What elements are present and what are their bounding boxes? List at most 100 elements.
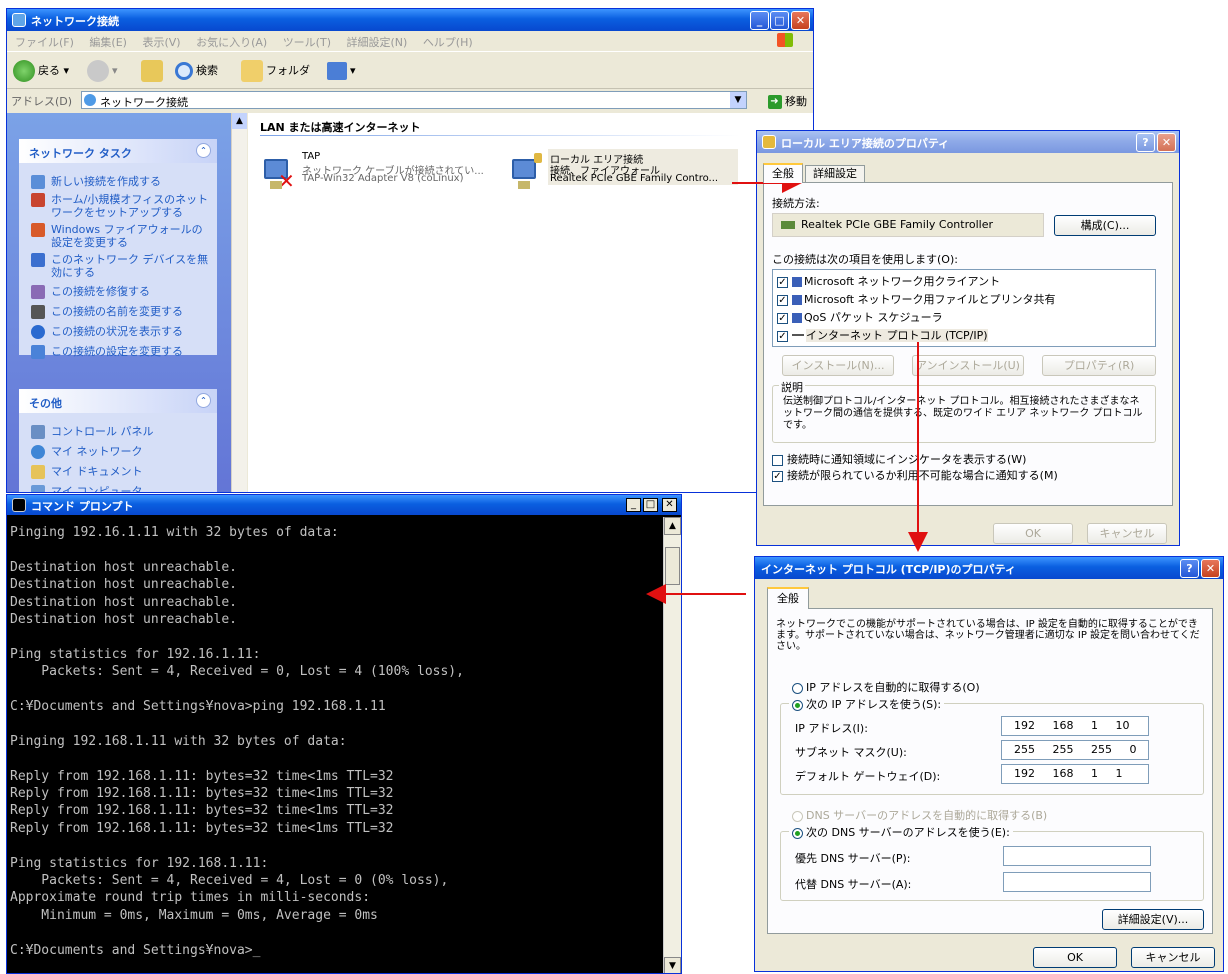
go-button[interactable]: ➜ 移動 <box>767 93 807 109</box>
folder-icon <box>241 60 263 82</box>
views-button[interactable]: ▾ <box>325 58 356 84</box>
scroll-down-button[interactable]: ▼ <box>664 957 681 973</box>
link-my-computer[interactable]: マイ コンピュータ <box>31 483 143 492</box>
tab-general[interactable]: 全般 <box>763 163 803 183</box>
forward-button[interactable]: ▾ <box>85 58 118 84</box>
ok-button[interactable]: OK <box>993 523 1073 544</box>
install-button[interactable]: インストール(N)... <box>782 355 894 376</box>
list-item[interactable]: ✓ QoS パケット スケジューラ <box>777 309 943 325</box>
collapse-icon[interactable]: ⌃ <box>196 393 211 408</box>
task-create-connection[interactable]: 新しい接続を作成する <box>31 173 161 189</box>
scroll-thumb[interactable] <box>665 547 680 585</box>
folders-button[interactable]: フォルダ <box>239 58 310 84</box>
manual-ip-option[interactable]: 次の IP アドレスを使う(S): <box>789 696 945 712</box>
close-button[interactable]: ✕ <box>791 11 810 30</box>
title-bar[interactable]: コマンド プロンプト <box>7 495 681 515</box>
list-item-selected[interactable]: ✓ インターネット プロトコル (TCP/IP) <box>777 327 988 343</box>
menu-advanced[interactable]: 詳細設定(N) <box>347 36 408 49</box>
radio-disabled[interactable] <box>792 810 803 822</box>
other-places-header[interactable]: その他 ⌃ <box>19 389 217 413</box>
properties-button[interactable]: プロパティ(R) <box>1042 355 1156 376</box>
console-line: Minimum = 0ms, Maximum = 0ms, Average = … <box>10 907 378 923</box>
close-button[interactable]: ✕ <box>662 498 677 512</box>
address-field[interactable]: ネットワーク接続 ▼ <box>81 91 747 109</box>
task-view-status[interactable]: この接続の状況を表示する <box>31 323 183 339</box>
network-tasks-header[interactable]: ネットワーク タスク ⌃ <box>19 139 217 163</box>
connection-tap[interactable]: ✕ TAP ネットワーク ケーブルが接続されてい... TAP-Win32 Ad… <box>260 149 500 209</box>
menu-favorites[interactable]: お気に入り(A) <box>196 36 267 49</box>
task-setup-home-network[interactable]: ホーム/小規模オフィスのネットワークをセットアップする <box>31 193 211 219</box>
task-change-settings[interactable]: この接続の設定を変更する <box>31 343 183 359</box>
scroll-up-button[interactable]: ▲ <box>664 517 681 535</box>
auto-dns-option[interactable]: DNS サーバーのアドレスを自動的に取得する(B) <box>792 807 1047 823</box>
alternate-dns-field[interactable] <box>1003 872 1151 892</box>
title-bar[interactable]: ローカル エリア接続のプロパティ <box>757 131 1179 153</box>
gateway-field[interactable]: 192 168 1 1 <box>1001 764 1149 784</box>
close-button[interactable]: ✕ <box>1157 133 1176 152</box>
help-button[interactable]: ? <box>1180 559 1199 578</box>
search-button[interactable]: 検索 <box>173 58 218 84</box>
advanced-button[interactable]: 詳細設定(V)... <box>1102 909 1204 930</box>
manual-dns-option[interactable]: 次の DNS サーバーのアドレスを使う(E): <box>789 824 1013 840</box>
up-folder-button[interactable] <box>139 58 166 84</box>
back-button[interactable]: 戻る ▾ <box>11 58 69 84</box>
checkbox-checked[interactable]: ✓ <box>777 330 788 342</box>
menu-file[interactable]: ファイル(F) <box>15 36 74 49</box>
tab-general[interactable]: 全般 <box>767 587 809 609</box>
list-item[interactable]: ✓ Microsoft ネットワーク用クライアント <box>777 273 1000 289</box>
console-scrollbar[interactable]: ▲ ▼ <box>663 517 681 973</box>
menu-view[interactable]: 表示(V) <box>142 36 180 49</box>
console-line: Reply from 192.168.1.11: bytes=32 time<1… <box>10 820 394 836</box>
link-my-network[interactable]: マイ ネットワーク <box>31 443 143 459</box>
task-disable-device[interactable]: このネットワーク デバイスを無効にする <box>31 253 211 279</box>
checkbox-checked[interactable]: ✓ <box>777 312 788 324</box>
task-rename[interactable]: この接続の名前を変更する <box>31 303 183 319</box>
radio-unselected[interactable] <box>792 682 803 694</box>
ok-button[interactable]: OK <box>1033 947 1117 968</box>
minimize-button[interactable]: _ <box>626 498 641 512</box>
task-firewall-settings[interactable]: Windows ファイアウォールの設定を変更する <box>31 223 211 249</box>
checkbox-unchecked[interactable] <box>772 454 783 466</box>
scroll-up-button[interactable]: ▲ <box>232 113 247 129</box>
collapse-icon[interactable]: ⌃ <box>196 143 211 158</box>
minimize-button[interactable]: _ <box>750 11 769 30</box>
list-item[interactable]: ✓ Microsoft ネットワーク用ファイルとプリンタ共有 <box>777 291 1056 307</box>
address-dropdown-icon[interactable]: ▼ <box>730 92 746 108</box>
task-pane-scrollbar[interactable]: ▲ <box>231 113 247 492</box>
auto-ip-option[interactable]: IP アドレスを自動的に取得する(O) <box>792 679 980 695</box>
maximize-button[interactable]: □ <box>770 11 789 30</box>
cancel-button[interactable]: キャンセル <box>1087 523 1167 544</box>
menu-help[interactable]: ヘルプ(H) <box>423 36 473 49</box>
show-icon-option[interactable]: 接続時に通知領域にインジケータを表示する(W) <box>772 451 1026 467</box>
uninstall-button[interactable]: アンインストール(U) <box>912 355 1024 376</box>
radio-selected[interactable] <box>792 699 803 711</box>
qos-icon <box>792 313 802 323</box>
title-bar[interactable]: インターネット プロトコル (TCP/IP)のプロパティ <box>755 557 1223 579</box>
components-list[interactable]: ✓ Microsoft ネットワーク用クライアント ✓ Microsoft ネットワ… <box>772 269 1156 347</box>
checkbox-checked[interactable]: ✓ <box>777 294 788 306</box>
adapter-box: Realtek PCIe GBE Family Controller <box>772 213 1044 237</box>
title-bar[interactable]: ネットワーク接続 <box>7 9 813 31</box>
menu-tools[interactable]: ツール(T) <box>283 36 331 49</box>
notify-option[interactable]: ✓ 接続が限られているか利用不可能な場合に通知する(M) <box>772 467 1058 483</box>
preferred-dns-field[interactable] <box>1003 846 1151 866</box>
connection-local-area[interactable]: ローカル エリア接続 接続、ファイアウォール Realtek PCIe GBE … <box>508 149 740 209</box>
tab-advanced[interactable]: 詳細設定 <box>805 165 865 183</box>
console-line: Destination host unreachable. <box>10 577 237 593</box>
configure-button[interactable]: 構成(C)... <box>1054 215 1156 236</box>
radio-selected[interactable] <box>792 827 803 839</box>
task-repair[interactable]: この接続を修復する <box>31 283 150 299</box>
up-folder-icon <box>141 60 163 82</box>
ip-address-field[interactable]: 192 168 1 10 <box>1001 716 1149 736</box>
checkbox-checked[interactable]: ✓ <box>777 276 788 288</box>
checkbox-checked[interactable]: ✓ <box>772 470 783 482</box>
help-button[interactable]: ? <box>1136 133 1155 152</box>
link-control-panel[interactable]: コントロール パネル <box>31 423 154 439</box>
link-my-documents[interactable]: マイ ドキュメント <box>31 463 143 479</box>
maximize-button[interactable]: □ <box>643 498 658 512</box>
cancel-button[interactable]: キャンセル <box>1131 947 1215 968</box>
menu-edit[interactable]: 編集(E) <box>89 36 127 49</box>
console-output[interactable]: Pinging 192.16.1.11 with 32 bytes of dat… <box>7 517 663 973</box>
close-button[interactable]: ✕ <box>1201 559 1220 578</box>
subnet-mask-field[interactable]: 255 255 255 0 <box>1001 740 1149 760</box>
